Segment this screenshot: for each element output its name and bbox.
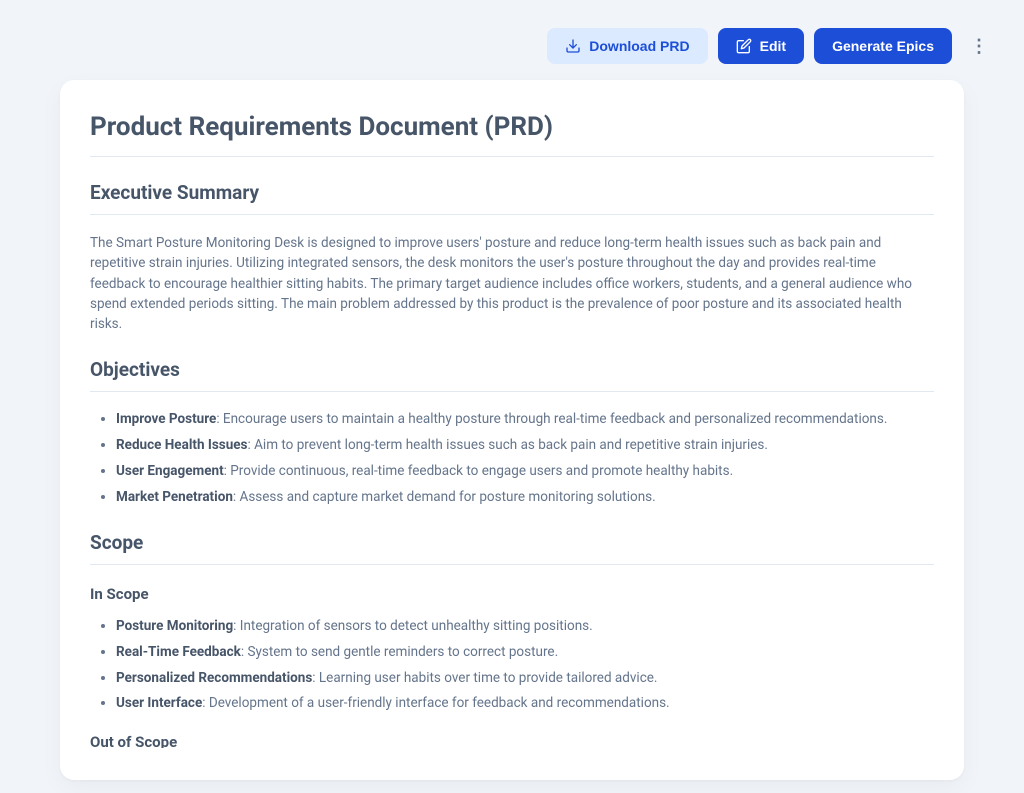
list-item: Market Penetration: Assess and capture m… xyxy=(116,488,934,507)
list-item-text: : Assess and capture market demand for p… xyxy=(233,489,656,505)
list-item-label: Market Penetration xyxy=(116,489,233,505)
section-objectives-heading: Objectives xyxy=(90,358,934,392)
list-item-text: : Aim to prevent long-term health issues… xyxy=(248,437,768,453)
list-item-text: : Development of a user-friendly interfa… xyxy=(202,695,669,711)
list-item-label: Reduce Health Issues xyxy=(116,437,248,453)
list-item-label: User Interface xyxy=(116,695,202,711)
section-scope-heading: Scope xyxy=(90,531,934,565)
list-item-text: : Encourage users to maintain a healthy … xyxy=(216,411,887,427)
document-scroll-area[interactable]: Product Requirements Document (PRD) Exec… xyxy=(90,112,964,748)
in-scope-list: Posture Monitoring: Integration of senso… xyxy=(90,617,934,714)
list-item: Posture Monitoring: Integration of senso… xyxy=(116,617,934,636)
list-item: Reduce Health Issues: Aim to prevent lon… xyxy=(116,436,934,455)
edit-label: Edit xyxy=(760,38,786,54)
download-prd-button[interactable]: Download PRD xyxy=(547,28,707,64)
generate-epics-button[interactable]: Generate Epics xyxy=(814,28,952,64)
generate-label: Generate Epics xyxy=(832,38,934,54)
more-options-button[interactable]: ⋮ xyxy=(962,29,996,63)
section-executive-summary-heading: Executive Summary xyxy=(90,181,934,215)
edit-icon xyxy=(736,38,752,54)
list-item: User Interface: Development of a user-fr… xyxy=(116,694,934,713)
list-item: User Engagement: Provide continuous, rea… xyxy=(116,462,934,481)
list-item-label: User Engagement xyxy=(116,463,224,479)
list-item: Personalized Recommendations: Learning u… xyxy=(116,669,934,688)
list-item-text: : Provide continuous, real-time feedback… xyxy=(224,463,733,479)
list-item: Real-Time Feedback: System to send gentl… xyxy=(116,643,934,662)
download-icon xyxy=(565,38,581,54)
subsection-out-of-scope-heading: Out of Scope xyxy=(90,733,934,748)
list-item-label: Improve Posture xyxy=(116,411,216,427)
vertical-dots-icon: ⋮ xyxy=(970,37,988,55)
list-item-label: Real-Time Feedback xyxy=(116,644,241,660)
toolbar: Download PRD Edit Generate Epics ⋮ xyxy=(0,0,1024,80)
document-title: Product Requirements Document (PRD) xyxy=(90,112,934,157)
edit-button[interactable]: Edit xyxy=(718,28,804,64)
list-item-text: : Integration of sensors to detect unhea… xyxy=(233,618,593,634)
list-item: Improve Posture: Encourage users to main… xyxy=(116,410,934,429)
download-label: Download PRD xyxy=(589,38,689,54)
subsection-in-scope-heading: In Scope xyxy=(90,585,934,603)
executive-summary-body: The Smart Posture Monitoring Desk is des… xyxy=(90,233,934,334)
document-card: Product Requirements Document (PRD) Exec… xyxy=(60,80,964,780)
objectives-list: Improve Posture: Encourage users to main… xyxy=(90,410,934,507)
list-item-text: : Learning user habits over time to prov… xyxy=(312,670,657,686)
list-item-label: Personalized Recommendations xyxy=(116,670,312,686)
list-item-text: : System to send gentle reminders to cor… xyxy=(241,644,558,660)
list-item-label: Posture Monitoring xyxy=(116,618,233,634)
